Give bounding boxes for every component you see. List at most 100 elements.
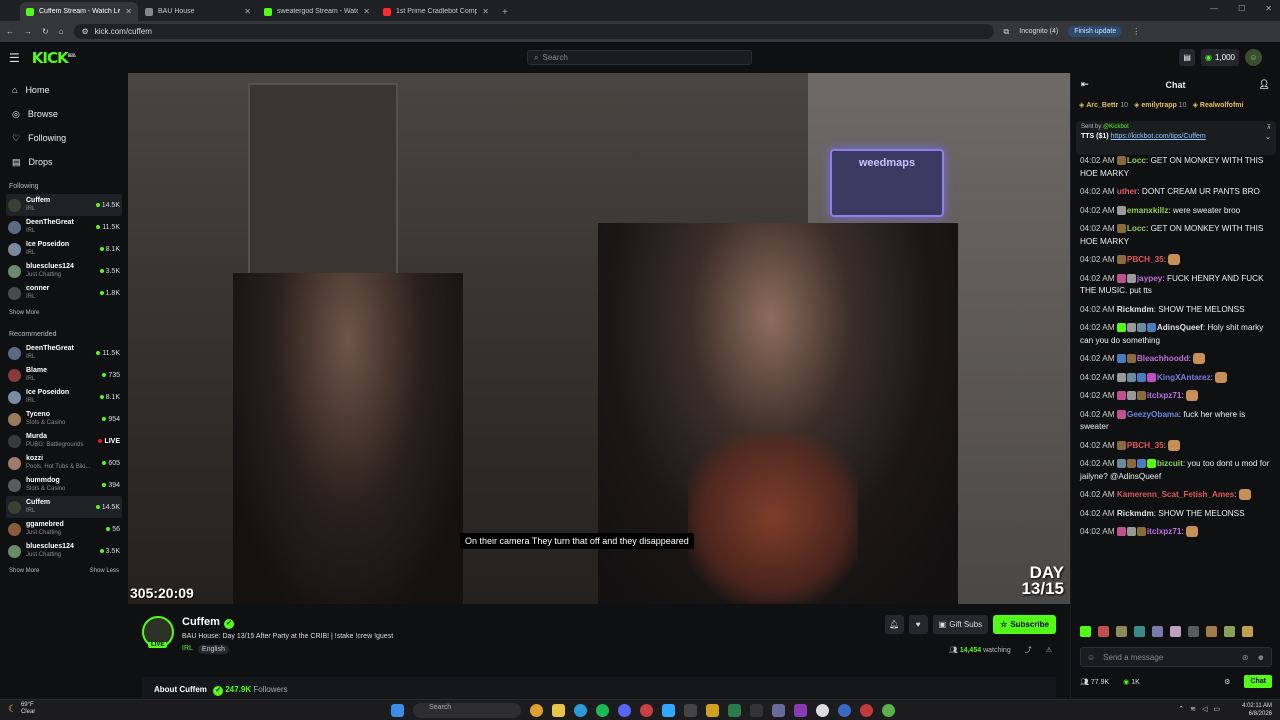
- message-username[interactable]: bizcuit: [1157, 459, 1183, 468]
- home-browser-icon[interactable]: ⌂: [59, 27, 64, 36]
- quick-emote-icon[interactable]: ⊛: [1242, 653, 1249, 662]
- quick-emote-icon[interactable]: [1080, 626, 1091, 637]
- message-username[interactable]: Kamerenn_Scat_Fetish_Ames: [1117, 490, 1234, 499]
- chrome-icon[interactable]: [530, 704, 543, 717]
- sidebar-channel[interactable]: Cuffem IRL 14.5K: [6, 194, 122, 216]
- message-username[interactable]: PBCH_35: [1127, 441, 1164, 450]
- user-avatar[interactable]: ☺: [1245, 49, 1262, 66]
- browser-tab[interactable]: Cuffem Stream - Watch Live ✕: [20, 2, 138, 21]
- gift-subs-button[interactable]: ▣ Gift Subs: [932, 615, 989, 634]
- message-username[interactable]: KingXAntarez: [1157, 373, 1211, 382]
- chat-points[interactable]: ◉ 1K: [1123, 678, 1140, 686]
- quick-emote-icon[interactable]: [1116, 626, 1127, 637]
- top-gifter[interactable]: ◈ emilytrapp 10: [1134, 101, 1187, 109]
- tab-close-icon[interactable]: ✕: [244, 7, 251, 16]
- chat-message[interactable]: 04:02 AM Rickmdm: SHOW THE MELONSS: [1080, 304, 1272, 317]
- emote-picker-icon[interactable]: ☻: [1257, 653, 1265, 662]
- browser-tab[interactable]: 1st Prime Cradlebot Compilation ✕: [377, 2, 495, 21]
- nav-home[interactable]: ⌂ Home: [6, 78, 122, 102]
- url-field[interactable]: ⚙ kick.com/cuffem: [73, 24, 994, 39]
- system-tray[interactable]: ⌃ ≋ ◁ ▭: [1178, 705, 1220, 713]
- report-icon[interactable]: ⚠: [1046, 646, 1052, 654]
- kick-logo[interactable]: KICKBETA: [32, 49, 76, 67]
- message-username[interactable]: uther: [1117, 187, 1137, 196]
- extensions-icon[interactable]: ⧉: [1004, 27, 1010, 37]
- chat-message[interactable]: 04:02 AM KingXAntarez:: [1080, 371, 1272, 385]
- chat-message[interactable]: 04:02 AM Locc: GET ON MONKEY WITH THIS H…: [1080, 155, 1272, 180]
- tray-chevron-icon[interactable]: ⌃: [1178, 705, 1184, 713]
- message-username[interactable]: Locc: [1127, 224, 1146, 233]
- new-tab-icon[interactable]: +: [502, 7, 508, 18]
- spotify-icon[interactable]: [596, 704, 609, 717]
- quick-emote-icon[interactable]: [1098, 626, 1109, 637]
- quick-emote-icon[interactable]: [1242, 626, 1253, 637]
- pinned-link[interactable]: https://kickbot.com/tips/Cuffem: [1111, 133, 1206, 140]
- tab-close-icon[interactable]: ✕: [363, 7, 370, 16]
- message-username[interactable]: emanxkillz: [1127, 206, 1168, 215]
- nav-browse[interactable]: ◎ Browse: [6, 102, 122, 126]
- sidebar-channel[interactable]: kozzi Pools, Hot Tubs & Biki... 605: [6, 452, 122, 474]
- app-icon-8[interactable]: [860, 704, 873, 717]
- sidebar-channel[interactable]: conner IRL 1.8K: [6, 282, 122, 304]
- app-icon-9[interactable]: [882, 704, 895, 717]
- language-tag[interactable]: English: [197, 645, 229, 654]
- show-more-following[interactable]: Show More: [9, 310, 39, 316]
- quick-emote-icon[interactable]: [1188, 626, 1199, 637]
- sidebar-channel[interactable]: bluesclues124 Just Chatting 3.5K: [6, 540, 122, 562]
- channel-name[interactable]: Cuffem ✓: [182, 616, 234, 629]
- chat-viewers[interactable]: 👥︎ 77.9K: [1080, 678, 1109, 686]
- message-username[interactable]: Rickmdm: [1117, 509, 1154, 518]
- sidebar-channel[interactable]: Blame IRL 735: [6, 364, 122, 386]
- pinned-message[interactable]: Sent by @Kickbot ⊼ TTS ($1) https://kickb…: [1076, 121, 1276, 155]
- message-username[interactable]: AdinsQueef: [1157, 323, 1203, 332]
- minimize-icon[interactable]: —: [1210, 4, 1218, 13]
- message-username[interactable]: GeezyObama: [1127, 410, 1179, 419]
- start-icon[interactable]: [391, 704, 404, 717]
- chat-message[interactable]: 04:02 AM Kamerenn_Scat_Fetish_Ames:: [1080, 489, 1272, 502]
- sidebar-channel[interactable]: Tyceno Slots & Casino 954: [6, 408, 122, 430]
- app-icon-7[interactable]: [838, 704, 851, 717]
- points-button[interactable]: ◉ 1,000: [1200, 49, 1239, 66]
- photoshop-icon[interactable]: [662, 704, 675, 717]
- tab-close-icon[interactable]: ✕: [482, 7, 489, 16]
- message-username[interactable]: Rickmdm: [1117, 305, 1154, 314]
- finish-update-button[interactable]: Finish update: [1068, 26, 1123, 37]
- sidebar-channel[interactable]: DeenTheGreat IRL 11.5K: [6, 216, 122, 238]
- sidebar-channel[interactable]: DeenTheGreat IRL 11.5K: [6, 342, 122, 364]
- back-icon[interactable]: ←: [6, 27, 14, 36]
- notification-bell-icon[interactable]: 🔔︎: [884, 615, 904, 634]
- top-gifter[interactable]: ◈ Arc_Bettr 10: [1079, 101, 1128, 109]
- terminal-icon[interactable]: [684, 704, 697, 717]
- chat-message[interactable]: 04:02 AM AdinsQueef: Holy shit marky can…: [1080, 322, 1272, 347]
- chat-message[interactable]: 04:02 AM PBCH_35:: [1080, 439, 1272, 453]
- reload-icon[interactable]: ↻: [42, 27, 49, 36]
- emoji-icon[interactable]: ☺: [1087, 653, 1095, 662]
- hamburger-menu-icon[interactable]: ☰: [9, 51, 20, 65]
- wallet-button[interactable]: ▤: [1179, 49, 1195, 66]
- system-clock[interactable]: 4:02:11 AM 6/8/2026: [1242, 702, 1272, 718]
- site-info-icon[interactable]: ⚙: [82, 27, 89, 36]
- battery-icon[interactable]: ▭: [1213, 705, 1220, 713]
- chat-message[interactable]: 04:02 AM Bleachhoodd:: [1080, 353, 1272, 366]
- expand-pinned-icon[interactable]: ⌄: [1265, 133, 1271, 141]
- top-gifter[interactable]: ◈ Realwolfofmi: [1193, 101, 1246, 109]
- file-explorer-icon[interactable]: [552, 704, 565, 717]
- chat-message[interactable]: 04:02 AM GeezyObama: fuck her where is s…: [1080, 409, 1272, 434]
- quick-emote-icon[interactable]: [1152, 626, 1163, 637]
- message-username[interactable]: PBCH_35: [1127, 255, 1164, 264]
- chat-settings-icon[interactable]: ⚙: [1224, 678, 1230, 686]
- tab-close-icon[interactable]: ✕: [125, 7, 132, 16]
- unpin-icon[interactable]: ⊼: [1267, 124, 1271, 131]
- forward-icon[interactable]: →: [24, 27, 32, 36]
- browser-tab[interactable]: BAU House ✕: [139, 2, 257, 21]
- chat-message[interactable]: 04:02 AM Locc: GET ON MONKEY WITH THIS H…: [1080, 223, 1272, 248]
- chat-message[interactable]: 04:02 AM Rickmdm: SHOW THE MELONSS: [1080, 508, 1272, 521]
- app-icon-1[interactable]: [706, 704, 719, 717]
- browser-tab[interactable]: sweatergod Stream - Watch Live ✕: [258, 2, 376, 21]
- weather-widget[interactable]: ☾ 69°F Clear: [8, 702, 35, 716]
- share-icon[interactable]: ⤴: [1025, 645, 1032, 655]
- chat-users-icon[interactable]: 👤︎: [1259, 79, 1270, 90]
- chat-message[interactable]: 04:02 AM uther: DONT CREAM UR PANTS BRO: [1080, 186, 1272, 199]
- category-link[interactable]: IRL: [182, 645, 193, 654]
- message-username[interactable]: itclxpz71: [1147, 527, 1182, 536]
